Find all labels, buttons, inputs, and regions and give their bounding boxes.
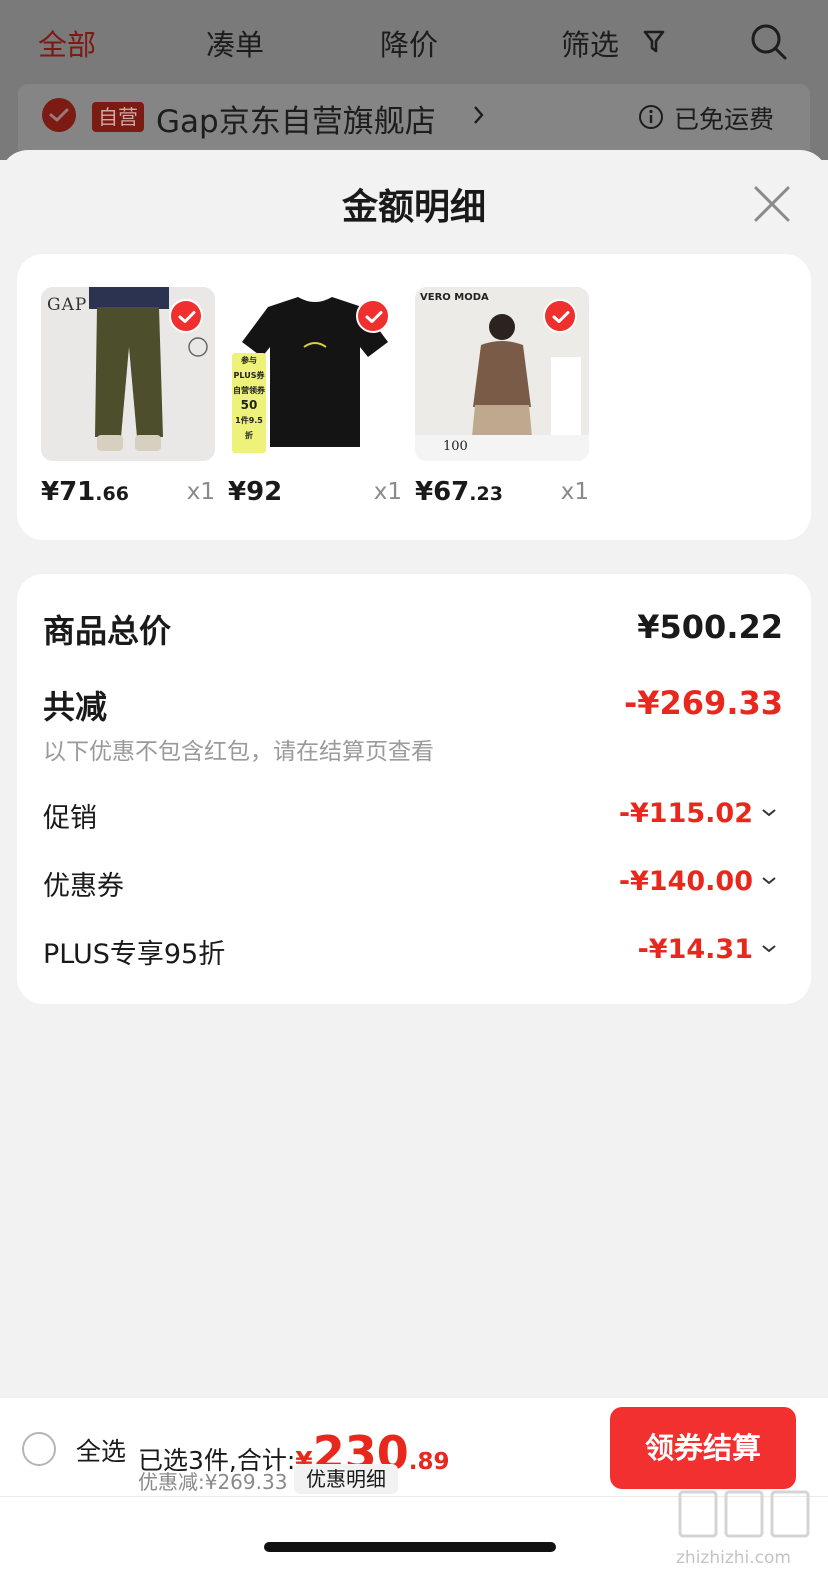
total-reduction-label: 共减 [43, 688, 108, 726]
product-price: ¥67.23 [415, 477, 503, 507]
total-reduction-value: -¥269.33 [623, 684, 783, 722]
store-check-icon [42, 98, 76, 132]
checkout-button[interactable]: 领券结算 [610, 1407, 796, 1489]
cart-tabs: 全部 凑单 降价 筛选 [0, 0, 828, 84]
tab-filter: 筛选 [561, 28, 620, 62]
products-card: GAP ¥71.66 x1 参与 PLUS券 自营领券 50 1件9.5折 ¥9… [17, 254, 811, 540]
close-icon[interactable] [752, 184, 792, 224]
watermark-text: zhizhizhi.com [676, 1548, 791, 1568]
coupon-value[interactable]: -¥140.00 [619, 866, 753, 897]
product-price: ¥71.66 [41, 477, 129, 507]
tab-bundle: 凑单 [206, 28, 265, 62]
product-image[interactable]: 参与 PLUS券 自营领券 50 1件9.5折 [228, 287, 402, 461]
chevron-down-icon[interactable] [761, 944, 777, 954]
product-image[interactable]: GAP [41, 287, 215, 461]
price-summary-card: 商品总价 ¥500.22 共减 -¥269.33 以下优惠不包含红包，请在结算页… [17, 574, 811, 1004]
chevron-down-icon[interactable] [761, 808, 777, 818]
total-price-label: 商品总价 [43, 612, 172, 650]
discount-detail-button[interactable]: 优惠明细 [294, 1464, 398, 1494]
product-check-icon[interactable] [169, 299, 203, 333]
total-price-value: ¥500.22 [637, 608, 783, 646]
product-brand-label: GAP [47, 295, 88, 315]
red-packet-hint: 以下优惠不包含红包，请在结算页查看 [43, 739, 434, 765]
promo-price-label: 100 [443, 439, 468, 454]
home-indicator[interactable] [264, 1542, 556, 1552]
chevron-down-icon[interactable] [761, 876, 777, 886]
sheet-title: 金额明细 [341, 187, 486, 228]
plus-discount-value[interactable]: -¥14.31 [638, 934, 753, 965]
product-price: ¥92 [228, 477, 283, 507]
promo-sticker: 参与 PLUS券 自营领券 50 1件9.5折 [233, 356, 265, 440]
amount-detail-sheet: 金额明细 GAP ¥71.66 x1 参与 PLUS券 自营领券 50 1件9.… [0, 150, 828, 1589]
promotion-label[interactable]: 促销 [43, 796, 97, 835]
free-shipping-label: 已免运费 [674, 105, 775, 134]
promotion-value[interactable]: -¥115.02 [619, 798, 753, 829]
product-item[interactable]: VERO MODA 100 ¥67.23 x1 [415, 287, 589, 507]
tab-all: 全部 [38, 28, 97, 62]
watermark-logo-icon [678, 1490, 810, 1538]
tab-price-drop: 降价 [380, 28, 439, 62]
product-item[interactable]: GAP ¥71.66 x1 [41, 287, 215, 507]
discount-total: 优惠减:¥269.33 [138, 1470, 288, 1494]
plus-discount-label[interactable]: PLUS专享95折 [43, 932, 225, 971]
background-page: 全部 凑单 降价 筛选 自营 Gap京东自营旗舰店 已免运费 [0, 0, 828, 160]
product-quantity: x1 [186, 479, 215, 505]
select-all-label[interactable]: 全选 [76, 1432, 126, 1468]
checkout-bar: 全选 已选3件,合计:¥230.89 优惠减:¥269.33 优惠明细 领券结算… [0, 1398, 828, 1589]
search-icon [751, 24, 787, 60]
product-item[interactable]: 参与 PLUS券 自营领券 50 1件9.5折 ¥92 x1 [228, 287, 402, 507]
product-quantity: x1 [560, 479, 589, 505]
product-check-icon[interactable] [356, 299, 390, 333]
product-image[interactable]: VERO MODA 100 [415, 287, 589, 461]
product-check-icon[interactable] [543, 299, 577, 333]
store-name: Gap京东自营旗舰店 [156, 104, 436, 140]
coupon-label[interactable]: 优惠券 [43, 864, 124, 903]
product-quantity: x1 [373, 479, 402, 505]
select-all-radio[interactable] [22, 1432, 56, 1466]
info-icon [639, 105, 663, 129]
store-header: 自营 Gap京东自营旗舰店 已免运费 [18, 84, 810, 150]
product-brand-label: VERO MODA [420, 292, 489, 303]
self-operated-badge: 自营 [92, 102, 144, 132]
chevron-right-icon [474, 106, 484, 124]
filter-icon [643, 30, 665, 53]
